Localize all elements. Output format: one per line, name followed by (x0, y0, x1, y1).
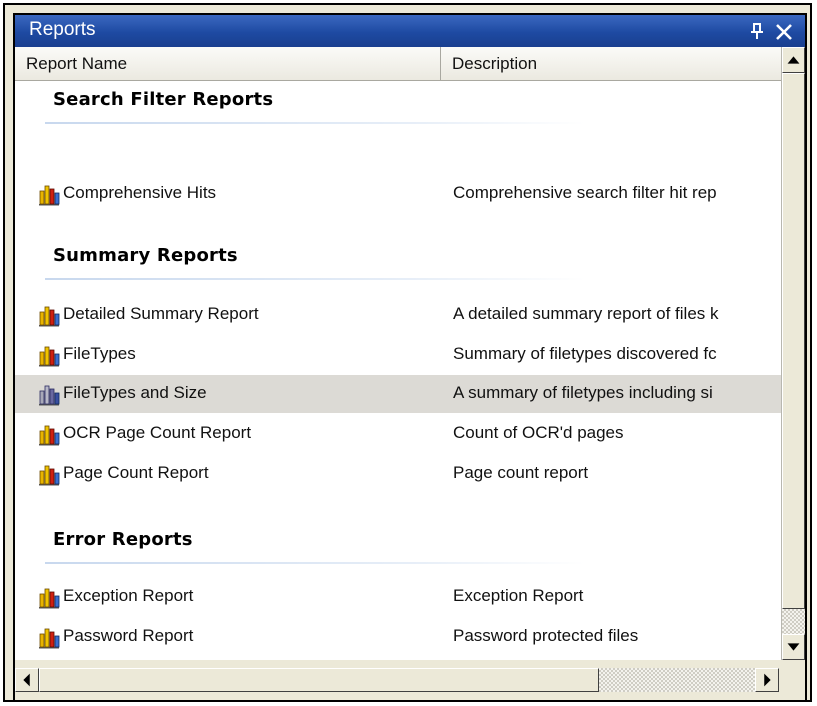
vertical-scroll-thumb[interactable] (782, 73, 805, 609)
arrow-left-icon (23, 673, 30, 687)
group-divider (45, 278, 585, 280)
group-title: Summary Reports (53, 245, 238, 266)
report-chart-icon (39, 588, 60, 609)
report-description: Summary of filetypes discovered fc (453, 344, 717, 363)
report-chart-icon (39, 385, 60, 406)
report-description: Password protected files (453, 626, 639, 645)
report-description: Count of OCR'd pages (453, 423, 624, 442)
list-item[interactable]: FileTypes Summary of filetypes discovere… (15, 336, 781, 374)
report-description: Comprehensive search filter hit rep (453, 183, 717, 202)
report-description: Exception Report (453, 586, 584, 605)
report-chart-icon (39, 628, 60, 649)
column-header-report-name[interactable]: Report Name (15, 47, 441, 80)
reports-list: Search Filter Reports Comprehensive Hits… (15, 81, 781, 660)
report-description: Page count report (453, 463, 589, 482)
group-title: Error Reports (53, 529, 193, 550)
vertical-scrollbar[interactable] (781, 47, 805, 660)
group-divider (45, 122, 585, 124)
scroll-down-button[interactable] (782, 634, 805, 660)
scroll-right-button[interactable] (755, 668, 779, 692)
report-name: Password Report (63, 626, 194, 645)
list-item-selected[interactable]: FileTypes and Size A summary of filetype… (15, 375, 781, 413)
scroll-up-button[interactable] (782, 47, 805, 73)
group-header-error-reports[interactable]: Error Reports (15, 521, 781, 564)
panel-title: Reports (29, 19, 96, 40)
report-name: FileTypes (63, 344, 136, 363)
title-bar[interactable]: Reports (15, 15, 805, 47)
group-divider (45, 562, 585, 564)
list-item[interactable]: Password Report Password protected files (15, 618, 781, 656)
horizontal-scrollbar[interactable] (15, 660, 781, 700)
report-chart-icon (39, 425, 60, 446)
report-name: FileTypes and Size (63, 383, 207, 402)
arrow-down-icon (787, 643, 800, 651)
report-description: A summary of filetypes including si (453, 383, 713, 402)
column-header-description[interactable]: Description (441, 47, 781, 80)
report-name: Exception Report (63, 586, 194, 605)
list-item[interactable]: OCR Page Count Report Count of OCR'd pag… (15, 415, 781, 453)
horizontal-scroll-thumb[interactable] (39, 668, 599, 692)
pin-icon[interactable] (748, 22, 766, 40)
scroll-left-button[interactable] (15, 668, 39, 692)
report-name: Comprehensive Hits (63, 183, 217, 202)
report-chart-icon (39, 346, 60, 367)
scrollbar-corner (781, 660, 805, 700)
group-header-search-filter-reports[interactable]: Search Filter Reports (15, 81, 781, 124)
reports-panel: Reports Report Name Description Search F… (13, 13, 807, 702)
report-name: Detailed Summary Report (63, 304, 259, 323)
list-item[interactable]: Page Count Report Page count report (15, 455, 781, 493)
arrow-up-icon (787, 56, 800, 64)
report-name: Page Count Report (63, 463, 209, 482)
column-header-row: Report Name Description (15, 47, 781, 81)
close-icon[interactable] (773, 21, 795, 43)
list-item[interactable]: Detailed Summary Report A detailed summa… (15, 296, 781, 334)
report-chart-icon (39, 185, 60, 206)
report-chart-icon (39, 306, 60, 327)
report-name: OCR Page Count Report (63, 423, 252, 442)
group-header-summary-reports[interactable]: Summary Reports (15, 237, 781, 280)
arrow-right-icon (764, 673, 771, 687)
report-description: A detailed summary report of files k (453, 304, 719, 323)
window-frame: Reports Report Name Description Search F… (3, 3, 812, 702)
list-item[interactable]: Comprehensive Hits Comprehensive search … (15, 175, 781, 213)
report-chart-icon (39, 465, 60, 486)
vertical-scroll-track[interactable] (782, 609, 805, 634)
horizontal-scroll-track[interactable] (599, 668, 755, 692)
list-item[interactable]: Exception Report Exception Report (15, 578, 781, 616)
group-title: Search Filter Reports (53, 89, 274, 110)
